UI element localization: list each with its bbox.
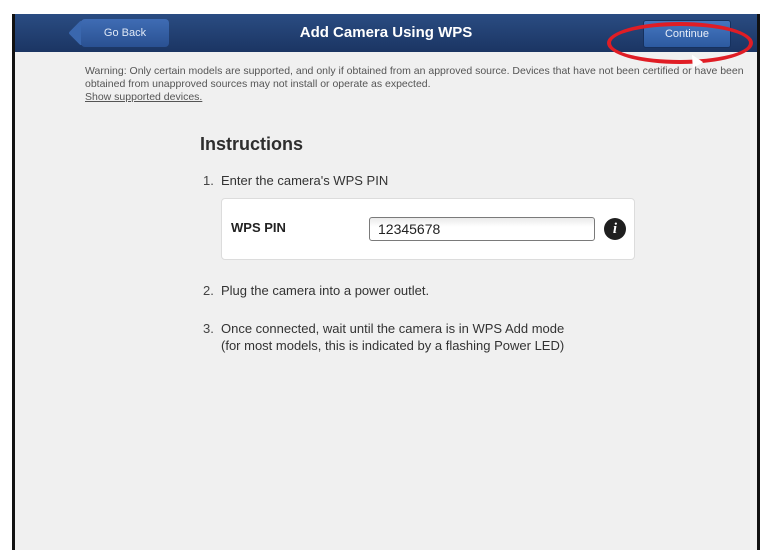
continue-button[interactable]: Continue — [643, 20, 731, 48]
header-bar: Add Camera Using WPS Go Back Continue — [15, 14, 757, 52]
step-2: 2. Plug the camera into a power outlet. — [203, 282, 429, 299]
app-frame: Add Camera Using WPS Go Back Continue Wa… — [12, 14, 760, 550]
wps-pin-label: WPS PIN — [231, 220, 286, 235]
warning-text: Warning: Only certain models are support… — [85, 65, 744, 90]
show-supported-devices-link[interactable]: Show supported devices. — [85, 91, 202, 104]
info-icon[interactable]: i — [604, 218, 626, 240]
step-number: 3. — [203, 321, 214, 336]
step-text: Enter the camera's WPS PIN — [221, 173, 389, 188]
step-text-continued: (for most models, this is indicated by a… — [221, 338, 565, 353]
go-back-button[interactable]: Go Back — [81, 19, 169, 47]
wps-pin-input[interactable] — [369, 217, 595, 241]
warning-message: Warning: Only certain models are support… — [85, 65, 745, 104]
step-number: 2. — [203, 283, 214, 298]
step-1: 1. Enter the camera's WPS PIN — [203, 172, 388, 189]
step-text: Plug the camera into a power outlet. — [221, 283, 430, 298]
step-number: 1. — [203, 173, 214, 188]
instructions-heading: Instructions — [200, 134, 304, 154]
step-3: 3. Once connected, wait until the camera … — [203, 320, 564, 354]
wps-pin-panel: WPS PIN i — [221, 198, 635, 260]
step-text: Once connected, wait until the camera is… — [221, 321, 565, 336]
